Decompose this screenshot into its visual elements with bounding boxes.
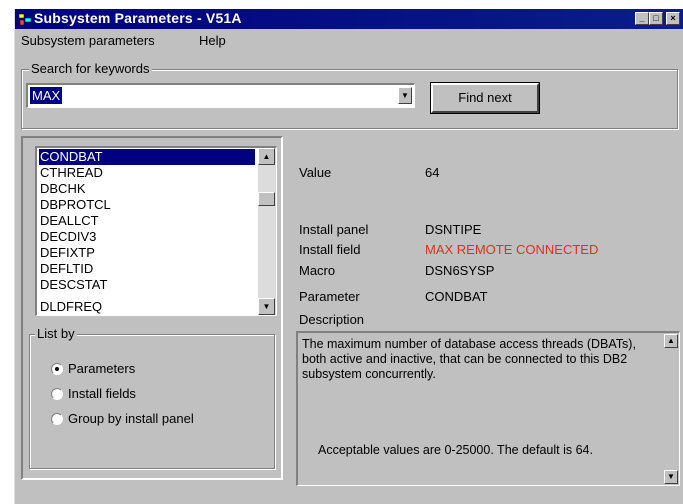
macro-label: Macro — [299, 263, 336, 278]
list-item[interactable]: CTHREAD — [39, 165, 103, 181]
list-item[interactable]: DESCSTAT — [39, 277, 107, 293]
combo-dropdown-button[interactable]: ▼ — [398, 87, 412, 104]
chevron-down-icon: ▼ — [262, 302, 271, 311]
left-panel: CONDBAT CTHREAD DBCHK DBPROTCL DEALLCT D… — [21, 136, 283, 480]
chevron-up-icon: ▲ — [667, 336, 675, 345]
menu-subsystem-parameters[interactable]: Subsystem parameters — [21, 33, 155, 48]
radio-label: Group by install panel — [68, 411, 194, 426]
list-item[interactable]: DBPROTCL — [39, 197, 111, 213]
minimize-button[interactable]: _ — [635, 12, 649, 25]
subsystem-parameters-window: Subsystem Parameters - V51A _ □ × Subsys… — [14, 9, 683, 504]
parameter-label: Parameter — [299, 289, 360, 304]
list-item[interactable]: CONDBAT — [39, 149, 255, 165]
desc-scroll-up-button[interactable]: ▲ — [664, 334, 678, 348]
title-bar[interactable]: Subsystem Parameters - V51A _ □ × — [15, 9, 683, 29]
list-item[interactable]: DBCHK — [39, 181, 86, 197]
desc-scroll-down-button[interactable]: ▼ — [664, 470, 678, 484]
description-box[interactable]: The maximum number of database access th… — [296, 331, 680, 486]
parameter-listbox[interactable]: CONDBAT CTHREAD DBCHK DBPROTCL DEALLCT D… — [35, 146, 277, 316]
list-item[interactable]: DECDIV3 — [39, 229, 96, 245]
list-item[interactable]: DEFLTID — [39, 261, 93, 277]
find-next-button[interactable]: Find next — [431, 83, 539, 113]
install-field-label: Install field — [299, 242, 361, 257]
list-by-label: List by — [35, 326, 77, 341]
scroll-thumb[interactable] — [258, 192, 275, 206]
search-input[interactable]: MAX — [30, 87, 63, 104]
description-label: Description — [299, 312, 365, 327]
radio-button[interactable] — [51, 363, 63, 375]
radio-label: Install fields — [68, 386, 136, 401]
install-field-value: MAX REMOTE CONNECTED — [425, 242, 599, 257]
radio-selected-dot — [55, 367, 59, 371]
radio-button[interactable] — [51, 413, 63, 425]
chevron-down-icon: ▼ — [667, 472, 675, 481]
search-combobox[interactable]: MAX ▼ — [26, 83, 415, 108]
list-item[interactable]: DEFIXTP — [39, 245, 95, 261]
chevron-up-icon: ▲ — [262, 152, 271, 161]
window-title: Subsystem Parameters - V51A — [34, 10, 242, 26]
maximize-button[interactable]: □ — [649, 12, 663, 25]
radio-label: Parameters — [68, 361, 136, 376]
scroll-down-button[interactable]: ▼ — [258, 298, 275, 315]
list-scrollbar[interactable]: ▲ ▼ — [258, 148, 276, 315]
install-panel-value: DSNTIPE — [425, 222, 482, 237]
close-button[interactable]: × — [666, 12, 680, 25]
menu-bar: Subsystem parameters Help — [15, 30, 683, 50]
scroll-up-button[interactable]: ▲ — [258, 148, 275, 165]
install-panel-label: Install panel — [299, 222, 369, 237]
find-next-label: Find next — [458, 90, 512, 105]
list-item[interactable]: DLDFREQ — [39, 299, 102, 315]
value-text: 64 — [425, 165, 440, 180]
value-label: Value — [299, 165, 332, 180]
search-group-label: Search for keywords — [29, 61, 152, 76]
radio-button[interactable] — [51, 388, 63, 400]
acceptable-values-text: Acceptable values are 0-25000. The defau… — [318, 443, 593, 457]
list-item[interactable]: DEALLCT — [39, 213, 99, 229]
list-by-group — [29, 334, 275, 469]
macro-value: DSN6SYSP — [425, 263, 495, 278]
menu-help[interactable]: Help — [199, 33, 226, 48]
description-text: The maximum number of database access th… — [302, 337, 636, 381]
app-icon — [18, 13, 32, 26]
parameter-value: CONDBAT — [425, 289, 488, 304]
chevron-down-icon: ▼ — [401, 91, 409, 100]
